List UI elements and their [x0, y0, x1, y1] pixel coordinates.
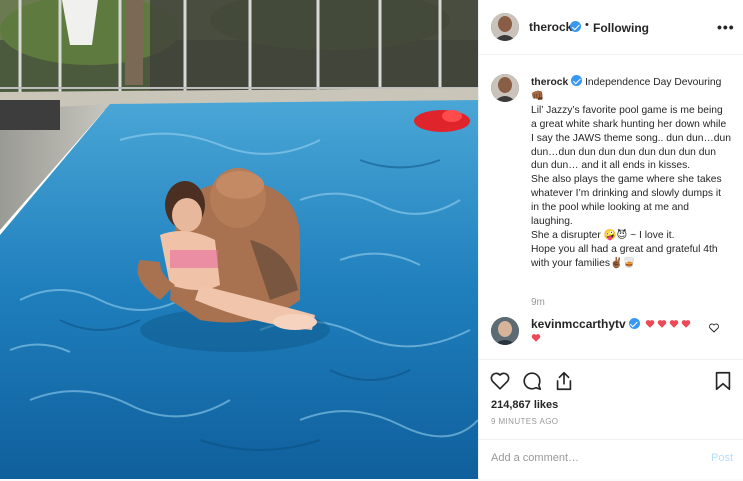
likes-count[interactable]: 214,867 likes	[491, 399, 558, 411]
post-caption: therock Independence Day Devouring👊🏾 Lil…	[531, 75, 731, 271]
separator-dot: •	[585, 19, 589, 31]
post-comment-button[interactable]: Post	[711, 452, 733, 464]
like-comment-heart-icon[interactable]	[708, 322, 720, 334]
comment-item: kevinmccarthytv	[531, 317, 711, 347]
red-heart-emoji	[645, 320, 654, 328]
red-heart-emoji	[657, 320, 666, 328]
red-heart-emoji	[531, 334, 541, 342]
add-comment-input[interactable]: Add a comment…	[491, 452, 579, 464]
commenter-avatar[interactable]	[491, 317, 519, 345]
avatar-image	[491, 74, 519, 102]
following-button[interactable]: Following	[593, 21, 649, 35]
verified-badge-icon	[571, 75, 583, 86]
post-header: therock • Following •••	[479, 0, 743, 55]
author-username[interactable]: therock	[529, 20, 572, 34]
post-photo[interactable]	[0, 0, 478, 479]
caption-text: Independence Day Devouring👊🏾 Lil’ Jazzy’…	[531, 77, 731, 269]
comment-bubble-icon[interactable]	[521, 370, 543, 392]
post-time-ago[interactable]: 9 MINUTES AGO	[491, 417, 558, 426]
pool-photo-illustration	[0, 0, 478, 479]
heart-outline-icon[interactable]	[489, 370, 511, 392]
instagram-post: therock • Following ••• therock Independ…	[0, 0, 743, 479]
red-heart-emoji	[669, 320, 678, 328]
verified-badge-icon	[570, 21, 581, 32]
more-options-icon[interactable]: •••	[717, 19, 735, 35]
verified-badge-icon	[628, 318, 640, 329]
post-actions: 214,867 likes 9 MINUTES AGO Add a commen…	[479, 359, 743, 480]
caption-timestamp[interactable]: 9m	[531, 297, 545, 308]
add-comment-bar: Add a comment… Post	[479, 439, 743, 481]
caption-author-avatar[interactable]	[491, 74, 519, 102]
caption-username[interactable]: therock	[531, 77, 568, 88]
share-icon[interactable]	[553, 370, 575, 392]
comments-section: therock Independence Day Devouring👊🏾 Lil…	[479, 56, 743, 356]
avatar-image	[491, 13, 519, 41]
avatar-image	[491, 317, 519, 345]
bookmark-icon[interactable]	[712, 370, 734, 392]
author-avatar[interactable]	[491, 13, 519, 41]
red-heart-emoji	[681, 320, 690, 328]
commenter-username[interactable]: kevinmccarthytv	[531, 317, 626, 331]
post-side-panel: therock • Following ••• therock Independ…	[478, 0, 743, 479]
